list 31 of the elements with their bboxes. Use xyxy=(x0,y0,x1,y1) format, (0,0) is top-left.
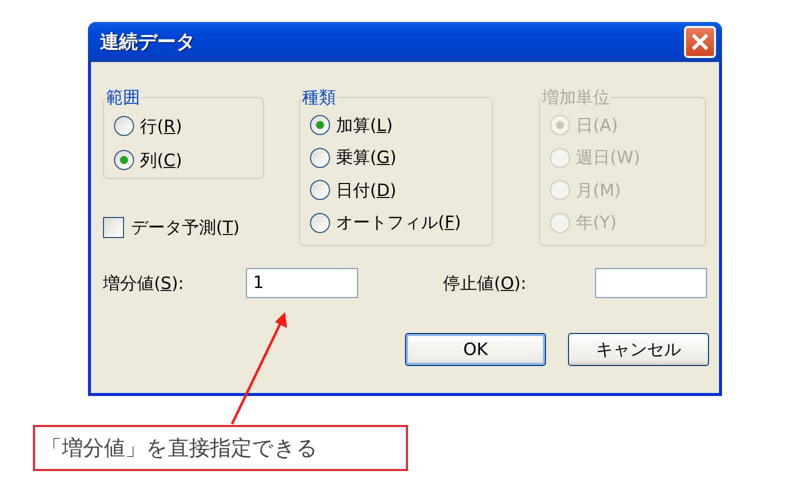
option-label: 年(Y) xyxy=(576,212,617,234)
cancel-button[interactable]: キャンセル xyxy=(568,333,709,366)
field-label: 増分値(S): xyxy=(103,272,185,294)
callout-note: 「増分値」を直接指定できる xyxy=(33,425,408,471)
radio-button[interactable] xyxy=(114,116,134,136)
field-label: 停止値(O): xyxy=(443,272,528,294)
option-label: 週日(W) xyxy=(576,147,640,170)
option-label: 行(R) xyxy=(140,116,182,138)
radio-button[interactable] xyxy=(310,148,330,168)
ok-button[interactable]: OK xyxy=(405,333,546,366)
option-label: 日付(D) xyxy=(336,180,396,202)
option-label: 列(C) xyxy=(140,150,182,172)
option-label: 日(A) xyxy=(576,114,618,137)
group-title: 増加単位 xyxy=(541,87,611,109)
close-button[interactable] xyxy=(684,26,716,58)
radio-button[interactable] xyxy=(310,180,330,200)
input-field[interactable]: 1 xyxy=(246,268,358,298)
window-title: 連続データ xyxy=(100,30,195,55)
option-label: オートフィル(F) xyxy=(336,212,462,234)
checkbox-label: データ予測(T) xyxy=(131,217,240,239)
option-label: 加算(L) xyxy=(336,114,393,137)
radio-button[interactable] xyxy=(310,212,330,233)
group-title: 種類 xyxy=(301,87,337,109)
radio-button[interactable] xyxy=(114,150,134,170)
checkbox[interactable] xyxy=(103,217,124,238)
option-label: 月(M) xyxy=(576,180,621,202)
group-title: 範囲 xyxy=(105,87,141,109)
radio-button[interactable] xyxy=(310,115,330,136)
option-label: 乗算(G) xyxy=(336,147,396,170)
input-field[interactable] xyxy=(595,268,707,298)
close-icon xyxy=(691,33,709,51)
